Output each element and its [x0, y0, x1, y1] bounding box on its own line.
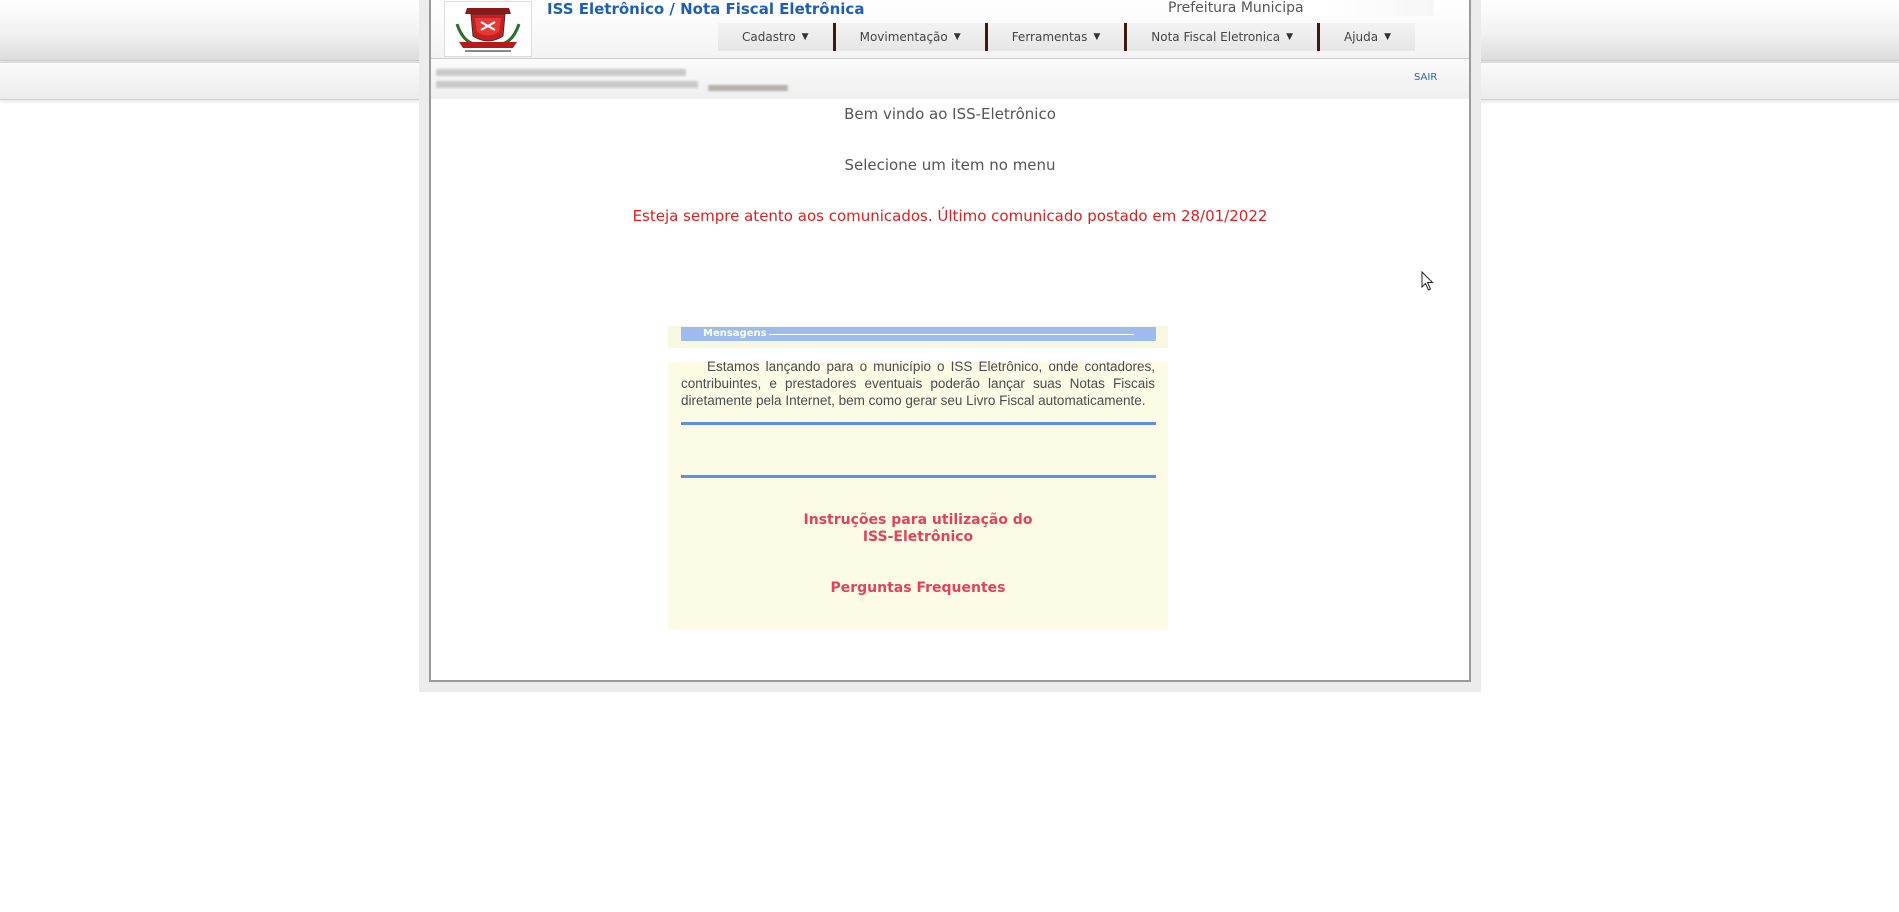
menu-label: Ajuda	[1343, 30, 1379, 44]
notice-text: Esteja sempre atento aos comunicados. Úl…	[632, 207, 1268, 225]
blurred-text-line	[436, 69, 686, 76]
menu-nota-fiscal-eletronica[interactable]: Nota Fiscal Eletronica ▼	[1127, 23, 1317, 51]
caret-down-icon: ▼	[1286, 32, 1293, 42]
messages-legend-label: Mensagens	[703, 328, 767, 339]
caret-down-icon: ▼	[801, 32, 809, 42]
blurred-user-info	[434, 67, 794, 93]
divider	[681, 475, 1156, 478]
menu-label: Movimentação	[859, 30, 948, 44]
menu-movimentacao[interactable]: Movimentação ▼	[836, 23, 985, 51]
menu-label: Cadastro	[742, 30, 796, 44]
menu-ajuda[interactable]: Ajuda ▼	[1320, 23, 1415, 51]
menu-label: Nota Fiscal Eletronica	[1151, 30, 1281, 44]
municipal-coat-of-arms-icon[interactable]	[444, 1, 532, 57]
legend-line	[769, 334, 1134, 335]
divider	[681, 422, 1156, 425]
menu-ferramentas[interactable]: Ferramentas ▼	[988, 23, 1125, 51]
menu-cadastro[interactable]: Cadastro ▼	[718, 23, 833, 51]
messages-panel: Estamos lançando para o município o ISS …	[668, 359, 1168, 630]
instructions-line-1: Instruções para utilização do	[803, 512, 1033, 528]
main-menu: Cadastro ▼ Movimentação ▼ Ferramentas ▼ …	[718, 23, 1416, 51]
menu-label: Ferramentas	[1011, 30, 1088, 44]
logout-link[interactable]: SAIR	[1414, 72, 1437, 83]
select-menu-prompt: Selecione um item no menu	[844, 156, 1056, 174]
caret-down-icon: ▼	[1093, 32, 1101, 42]
instructions-line-2: ISS-Eletrônico	[862, 529, 974, 545]
messages-legend: Mensagens	[681, 327, 1156, 341]
caret-down-icon: ▼	[953, 32, 961, 42]
instructions-link[interactable]: Instruções para utilização do ISS-Eletrô…	[668, 512, 1168, 546]
blurred-text-line	[708, 85, 788, 91]
prefeitura-label: Prefeitura Municipa	[1168, 0, 1434, 16]
faq-link[interactable]: Perguntas Frequentes	[668, 580, 1168, 597]
welcome-text: Bem vindo ao ISS-Eletrônico	[844, 105, 1056, 123]
blurred-text-line	[436, 81, 698, 88]
mouse-cursor-icon	[1421, 270, 1435, 295]
caret-down-icon: ▼	[1384, 32, 1392, 42]
app-title: ISS Eletrônico / Nota Fiscal Eletrônica	[547, 0, 865, 18]
messages-body-text: Estamos lançando para o município o ISS …	[681, 359, 1155, 408]
